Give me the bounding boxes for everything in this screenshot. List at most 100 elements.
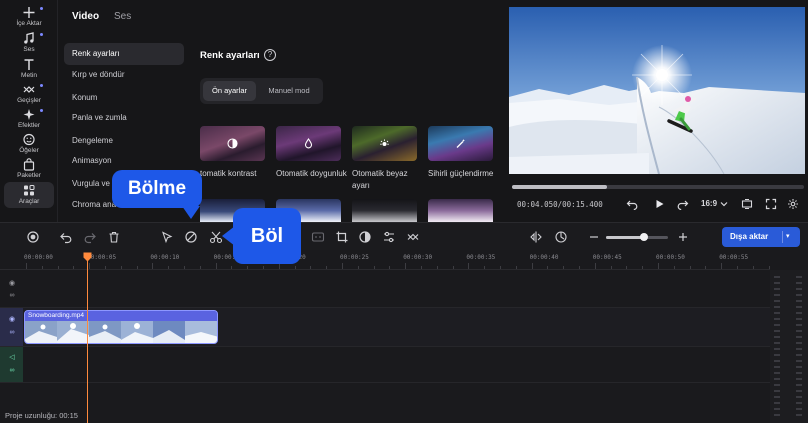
video-editor-app: İçe Aktar Ses Metin Geçişler Efektler Öğ…: [0, 0, 808, 423]
gear-icon[interactable]: [787, 198, 799, 210]
aspect-ratio-select[interactable]: 16:9: [701, 199, 717, 208]
transition-infinity-icon[interactable]: [406, 230, 420, 244]
meter-segment: [796, 402, 802, 404]
meter-segment: [796, 378, 802, 380]
ruler-tick-mark: [405, 263, 407, 269]
play-icon[interactable]: [653, 198, 665, 210]
chevron-down-icon[interactable]: ▾: [786, 227, 790, 247]
ruler-tick-mark: [310, 266, 312, 269]
meter-segment: [774, 384, 780, 386]
meter-segment: [796, 306, 802, 308]
meter-segment: [774, 330, 780, 332]
magnet-snap-icon[interactable]: [554, 230, 568, 244]
timeline-ruler[interactable]: 00:00:0000:00:0500:00:1000:00:1500:00:20…: [0, 250, 770, 270]
undo-icon[interactable]: [59, 230, 73, 244]
rewind-icon[interactable]: [626, 198, 638, 211]
record-icon[interactable]: [26, 230, 40, 244]
link-icon[interactable]: ∞: [8, 367, 16, 375]
help-icon[interactable]: ?: [264, 49, 276, 61]
preset-auto-saturation[interactable]: [276, 126, 341, 161]
meter-segment: [796, 342, 802, 344]
timeline-zoom-slider[interactable]: [606, 233, 668, 241]
menu-color-settings[interactable]: Renk ayarları: [64, 43, 184, 65]
zoom-slider-handle[interactable]: [640, 233, 649, 241]
ruler-tick-mark: [231, 266, 233, 269]
zoom-out-icon[interactable]: [587, 230, 601, 244]
rail-elements[interactable]: Öğeler: [4, 133, 54, 159]
fullscreen-icon[interactable]: [765, 198, 777, 210]
menu-crop-rotate[interactable]: Kırp ve döndür: [64, 64, 184, 86]
meter-segment: [796, 318, 802, 320]
rail-import[interactable]: İçe Aktar: [4, 6, 54, 32]
forward-icon[interactable]: [677, 198, 689, 211]
link-icon[interactable]: ∞: [8, 292, 16, 300]
tab-video[interactable]: Video: [72, 11, 99, 22]
rail-effects[interactable]: Efektler: [4, 108, 54, 134]
ruler-tick-mark: [120, 266, 122, 269]
manual-mode-tab[interactable]: Manuel mod: [258, 81, 320, 101]
zoom-in-icon[interactable]: [676, 230, 690, 244]
preset-magic-enhance[interactable]: [428, 126, 493, 161]
preset-auto-contrast[interactable]: [200, 126, 265, 161]
preset-thumbnail[interactable]: [352, 199, 417, 222]
menu-stabilize[interactable]: Dengeleme: [64, 130, 184, 152]
ruler-tick-label: 00:00:50: [656, 254, 685, 261]
tab-audio[interactable]: Ses: [114, 11, 131, 22]
select-cursor-icon[interactable]: [160, 230, 174, 244]
ruler-tick-mark: [737, 266, 738, 269]
rail-packages[interactable]: Paketler: [4, 158, 54, 184]
smiley-icon: [23, 133, 35, 146]
crop-icon[interactable]: [335, 230, 349, 244]
menu-pan-zoom[interactable]: Panla ve zumla: [64, 107, 184, 129]
ruler-tick-label: 00:00:40: [529, 254, 559, 261]
chevron-down-icon[interactable]: [718, 198, 730, 210]
menu-animation[interactable]: Animasyon: [64, 150, 184, 172]
eye-icon[interactable]: ◉: [8, 316, 16, 324]
caption-icon[interactable]: [311, 230, 325, 244]
meter-segment: [774, 366, 780, 368]
meter-segment: [796, 336, 802, 338]
ruler-tick-label: 00:00:10: [150, 254, 180, 261]
playhead-line[interactable]: [87, 256, 88, 423]
trash-icon[interactable]: [107, 230, 121, 244]
speaker-icon[interactable]: ◁: [8, 354, 16, 362]
ruler-tick-mark: [436, 266, 438, 269]
meter-segment: [774, 300, 780, 302]
rail-transitions[interactable]: Geçişler: [4, 83, 54, 109]
meter-segment: [796, 390, 802, 392]
meter-segment: [796, 408, 802, 410]
rail-text-label: Metin: [21, 72, 37, 79]
ruler-tick-label: 00:00:55: [719, 254, 749, 261]
redo-icon[interactable]: [83, 230, 97, 244]
presets-tab[interactable]: Ön ayarlar: [203, 81, 256, 101]
sliders-icon[interactable]: [382, 230, 396, 244]
meter-segment: [796, 372, 802, 374]
split-tool-icon[interactable]: [184, 230, 198, 244]
meter-segment: [796, 282, 802, 284]
menu-position[interactable]: Konum: [64, 87, 184, 109]
rail-tools[interactable]: Araçlar: [4, 182, 54, 208]
meter-segment: [774, 276, 780, 278]
playback-progress-bar[interactable]: [512, 185, 804, 189]
link-icon[interactable]: ∞: [8, 329, 16, 337]
split-scissors-icon[interactable]: [209, 230, 223, 244]
preset-auto-white-balance[interactable]: [352, 126, 417, 161]
section-title: Renk ayarları: [200, 50, 260, 61]
text-t-icon: [24, 59, 34, 70]
mirror-icon[interactable]: [529, 230, 543, 244]
video-frame[interactable]: [509, 7, 805, 174]
video-clip[interactable]: Snowboarding.mp4: [24, 310, 218, 344]
zoom-slider-fill: [606, 236, 645, 239]
playhead-handle[interactable]: [83, 252, 92, 262]
preset-thumbnail[interactable]: [428, 199, 493, 222]
fit-screen-icon[interactable]: [741, 198, 753, 210]
new-dot-icon: [40, 33, 43, 36]
contrast-icon[interactable]: [358, 230, 372, 244]
rail-text[interactable]: Metin: [4, 58, 54, 84]
ruler-tick-mark: [89, 263, 91, 269]
ruler-tick-label: 00:00:35: [466, 254, 496, 261]
export-button[interactable]: Dışa aktar ▾: [722, 227, 800, 247]
ruler-tick-mark: [294, 266, 296, 269]
eye-icon[interactable]: ◉: [8, 280, 16, 288]
rail-audio[interactable]: Ses: [4, 32, 54, 58]
